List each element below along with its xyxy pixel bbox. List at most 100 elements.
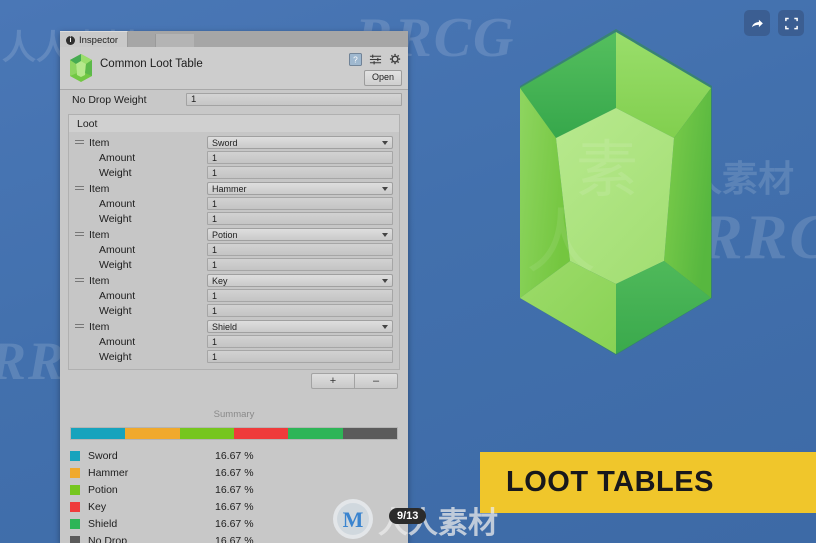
legend-percent: 16.67 %: [215, 449, 254, 462]
object-header: Common Loot Table ? Open: [60, 47, 408, 90]
item-label: Item: [89, 274, 110, 287]
weight-label: Weight: [99, 258, 132, 271]
loot-entry-item-row: Item Key: [69, 273, 399, 288]
loot-entry: Item Key Amount 1 Weight 1: [69, 273, 399, 319]
loot-entry-weight-row: Weight 1: [69, 349, 399, 364]
weight-label: Weight: [99, 350, 132, 363]
amount-input[interactable]: 1: [207, 289, 393, 302]
loot-tables-banner: LOOT TABLES: [480, 452, 816, 513]
loot-entry-item-row: Item Sword: [69, 135, 399, 150]
slide-canvas: RRCG RRCG RRCG 人人素材 人人素材: [0, 0, 816, 543]
loot-entry: Item Sword Amount 1 Weight 1: [69, 135, 399, 181]
loot-entry-item-row: Item Shield: [69, 319, 399, 334]
banner-title: LOOT TABLES: [506, 466, 714, 498]
legend-swatch: [70, 518, 80, 529]
svg-text:人: 人: [526, 201, 596, 283]
loot-entry: Item Hammer Amount 1 Weight 1: [69, 181, 399, 227]
item-label: Item: [89, 320, 110, 333]
summary-bar-segment: [71, 428, 126, 439]
tab-inspector[interactable]: i Inspector: [60, 31, 129, 48]
loot-entry-amount-row: Amount 1: [69, 334, 399, 349]
tab-inspector-label: Inspector: [79, 34, 119, 46]
amount-input[interactable]: 1: [207, 197, 393, 210]
gem-illustration: 素 人: [506, 22, 726, 362]
weight-label: Weight: [99, 166, 132, 179]
tab-stub[interactable]: [155, 34, 194, 47]
no-drop-weight-row: No Drop Weight 1: [60, 90, 408, 110]
drag-handle-icon[interactable]: [75, 140, 84, 145]
weight-input[interactable]: 1: [207, 258, 393, 271]
drag-handle-icon[interactable]: [75, 186, 84, 191]
legend-swatch: [70, 501, 80, 512]
open-button[interactable]: Open: [364, 70, 402, 86]
item-dropdown[interactable]: Potion: [207, 228, 393, 241]
summary-bar-segment: [179, 428, 234, 439]
add-entry-button[interactable]: +: [311, 373, 354, 389]
remove-entry-button[interactable]: –: [354, 373, 398, 389]
chevron-down-icon: [382, 325, 388, 329]
legend-swatch: [70, 484, 80, 495]
info-circle-icon: i: [66, 35, 75, 45]
amount-label: Amount: [99, 243, 136, 256]
weight-input[interactable]: 1: [207, 304, 393, 317]
legend-swatch: [70, 535, 80, 543]
legend-swatch: [70, 450, 80, 461]
gem-asset-icon: [68, 53, 94, 83]
summary-bar-segment: [233, 428, 289, 439]
loot-entry-weight-row: Weight 1: [69, 211, 399, 226]
legend-percent: 16.67 %: [215, 500, 254, 513]
drag-handle-icon[interactable]: [75, 278, 84, 283]
svg-text:素: 素: [576, 133, 638, 206]
gear-icon[interactable]: [389, 53, 402, 71]
weight-label: Weight: [99, 304, 132, 317]
summary-bar: [70, 427, 398, 440]
item-dropdown[interactable]: Shield: [207, 320, 393, 333]
legend-label: Shield: [88, 517, 118, 530]
svg-text:?: ?: [353, 54, 358, 64]
drag-handle-icon[interactable]: [75, 232, 84, 237]
legend-percent: 16.67 %: [215, 483, 254, 496]
chevron-down-icon: [382, 141, 388, 145]
share-button[interactable]: [744, 10, 770, 36]
item-dropdown[interactable]: Hammer: [207, 182, 393, 195]
amount-input[interactable]: 1: [207, 243, 393, 256]
item-dropdown[interactable]: Key: [207, 274, 393, 287]
fullscreen-button[interactable]: [778, 10, 804, 36]
player-controls: [744, 10, 804, 36]
help-box-icon[interactable]: ?: [349, 53, 362, 71]
chevron-down-icon: [382, 233, 388, 237]
weight-input[interactable]: 1: [207, 212, 393, 225]
legend-row: Hammer 16.67 %: [70, 464, 398, 481]
amount-input[interactable]: 1: [207, 151, 393, 164]
weight-input[interactable]: 1: [207, 350, 393, 363]
loot-list: Item Sword Amount 1 Weight 1 Item Hammer Amount 1…: [68, 132, 400, 370]
inspector-body: No Drop Weight 1 Loot Item Sword Amount 1 We…: [60, 90, 408, 543]
preset-sliders-icon[interactable]: [369, 53, 382, 71]
object-title: Common Loot Table: [100, 58, 203, 70]
loot-entry-weight-row: Weight 1: [69, 303, 399, 318]
weight-input[interactable]: 1: [207, 166, 393, 179]
loot-entry-weight-row: Weight 1: [69, 257, 399, 272]
object-header-icons: ?: [349, 53, 402, 71]
loot-entry-weight-row: Weight 1: [69, 165, 399, 180]
weight-label: Weight: [99, 212, 132, 225]
summary-bar-segment: [288, 428, 343, 439]
fullscreen-icon: [784, 16, 799, 31]
loot-entry-amount-row: Amount 1: [69, 196, 399, 211]
loot-entry: Item Potion Amount 1 Weight 1: [69, 227, 399, 273]
no-drop-weight-label: No Drop Weight: [72, 94, 147, 106]
amount-input[interactable]: 1: [207, 335, 393, 348]
amount-label: Amount: [99, 151, 136, 164]
legend-label: Potion: [88, 483, 118, 496]
item-dropdown[interactable]: Sword: [207, 136, 393, 149]
drag-handle-icon[interactable]: [75, 324, 84, 329]
summary-bar-segment: [342, 428, 397, 439]
loot-entry-item-row: Item Hammer: [69, 181, 399, 196]
legend-percent: 16.67 %: [215, 517, 254, 530]
loot-entry-amount-row: Amount 1: [69, 288, 399, 303]
loot-list-header-label: Loot: [77, 117, 98, 130]
no-drop-weight-input[interactable]: 1: [186, 93, 402, 106]
legend-label: No Drop: [88, 534, 128, 543]
amount-label: Amount: [99, 335, 136, 348]
loot-entry: Item Shield Amount 1 Weight 1: [69, 319, 399, 365]
